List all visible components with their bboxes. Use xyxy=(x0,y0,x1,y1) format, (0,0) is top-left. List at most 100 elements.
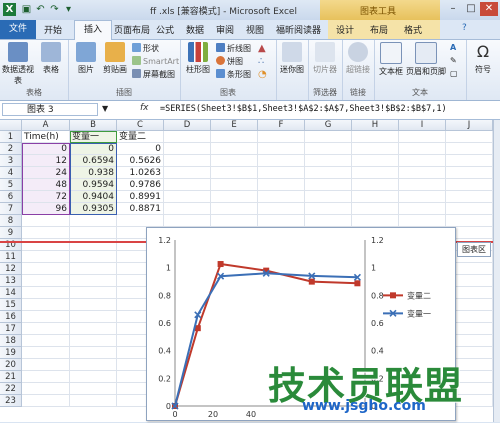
cell[interactable] xyxy=(22,275,70,287)
cell[interactable] xyxy=(305,203,352,215)
cell[interactable] xyxy=(70,371,117,383)
redo-icon[interactable]: ↷ xyxy=(48,3,61,16)
cell[interactable] xyxy=(164,179,211,191)
cell[interactable] xyxy=(211,131,258,143)
cell[interactable] xyxy=(305,179,352,191)
cell[interactable] xyxy=(211,143,258,155)
cell[interactable] xyxy=(70,323,117,335)
cell[interactable] xyxy=(258,155,305,167)
minimize-icon[interactable]: – xyxy=(444,2,462,16)
picture-button[interactable]: 图片 xyxy=(72,42,100,75)
tab-layout[interactable]: 布局 xyxy=(370,23,388,36)
column-header-i[interactable]: I xyxy=(399,120,446,131)
row-header-8[interactable]: 8 xyxy=(0,215,22,227)
signature-icon[interactable]: ✎ xyxy=(450,56,457,65)
tab-design[interactable]: 设计 xyxy=(336,23,354,36)
row-header-13[interactable]: 13 xyxy=(0,275,22,287)
cell[interactable] xyxy=(22,335,70,347)
cell[interactable] xyxy=(22,359,70,371)
data-cell[interactable]: 0.8991 xyxy=(117,191,164,203)
pivot-table-button[interactable]: 数据透视表 xyxy=(2,42,34,86)
cell[interactable] xyxy=(70,347,117,359)
cell[interactable] xyxy=(211,155,258,167)
row-header-14[interactable]: 14 xyxy=(0,287,22,299)
row-header-2[interactable]: 2 xyxy=(0,143,22,155)
cell[interactable] xyxy=(446,179,493,191)
cell[interactable] xyxy=(211,167,258,179)
cell[interactable] xyxy=(446,215,493,227)
row-header-11[interactable]: 11 xyxy=(0,251,22,263)
cell[interactable] xyxy=(70,299,117,311)
cell[interactable] xyxy=(164,155,211,167)
cell[interactable] xyxy=(70,359,117,371)
cell[interactable] xyxy=(399,215,446,227)
help-icon[interactable]: ? xyxy=(462,23,467,33)
row-header-21[interactable]: 21 xyxy=(0,371,22,383)
save-icon[interactable]: ▣ xyxy=(20,3,33,16)
cell[interactable] xyxy=(70,251,117,263)
tab-foxit[interactable]: 福昕阅读器 xyxy=(276,23,321,36)
line-chart-button[interactable]: 折线图 xyxy=(216,43,251,54)
cell[interactable] xyxy=(22,299,70,311)
cell[interactable] xyxy=(22,227,70,239)
cell[interactable] xyxy=(399,179,446,191)
cell[interactable] xyxy=(446,203,493,215)
cell[interactable] xyxy=(258,215,305,227)
name-box[interactable]: 图表 3 xyxy=(2,103,98,116)
cell[interactable] xyxy=(446,191,493,203)
row-header-23[interactable]: 23 xyxy=(0,395,22,407)
cell[interactable] xyxy=(211,215,258,227)
header-cell[interactable]: 变量二 xyxy=(117,131,164,143)
tab-file[interactable]: 文件 xyxy=(0,20,36,39)
symbol-button[interactable]: Ω 符号 xyxy=(468,42,498,75)
cell[interactable] xyxy=(164,143,211,155)
column-header-a[interactable]: A xyxy=(22,120,70,131)
column-header-h[interactable]: H xyxy=(352,120,399,131)
column-header-c[interactable]: C xyxy=(117,120,164,131)
cell[interactable] xyxy=(164,215,211,227)
cell[interactable] xyxy=(305,215,352,227)
cell[interactable] xyxy=(352,167,399,179)
cell[interactable] xyxy=(305,131,352,143)
smartart-button[interactable]: SmartArt xyxy=(132,56,179,66)
slicer-button[interactable]: 切片器 xyxy=(310,42,340,75)
cell[interactable] xyxy=(446,155,493,167)
cell[interactable] xyxy=(258,131,305,143)
cell[interactable] xyxy=(164,167,211,179)
cell[interactable] xyxy=(70,287,117,299)
select-all-corner[interactable] xyxy=(0,120,22,131)
cell[interactable] xyxy=(22,311,70,323)
scatter-chart-icon[interactable]: ∴ xyxy=(258,56,264,67)
cell[interactable] xyxy=(305,191,352,203)
row-header-17[interactable]: 17 xyxy=(0,323,22,335)
row-header-4[interactable]: 4 xyxy=(0,167,22,179)
tab-insert[interactable]: 插入 xyxy=(74,20,112,40)
cell[interactable] xyxy=(352,215,399,227)
row-header-5[interactable]: 5 xyxy=(0,179,22,191)
tab-review[interactable]: 审阅 xyxy=(216,23,234,36)
cell[interactable] xyxy=(446,167,493,179)
row-header-6[interactable]: 6 xyxy=(0,191,22,203)
cell[interactable] xyxy=(352,155,399,167)
cell[interactable] xyxy=(22,251,70,263)
row-header-19[interactable]: 19 xyxy=(0,347,22,359)
column-header-b[interactable]: B xyxy=(70,120,117,131)
cell[interactable] xyxy=(446,131,493,143)
name-box-dropdown-icon[interactable]: ▼ xyxy=(102,104,108,113)
cell[interactable] xyxy=(22,347,70,359)
row-header-9[interactable]: 9 xyxy=(0,227,22,239)
cell[interactable] xyxy=(399,155,446,167)
cell[interactable] xyxy=(22,263,70,275)
cell[interactable] xyxy=(70,275,117,287)
tab-format[interactable]: 格式 xyxy=(404,23,422,36)
row-header-1[interactable]: 1 xyxy=(0,131,22,143)
row-header-12[interactable]: 12 xyxy=(0,263,22,275)
cell[interactable] xyxy=(164,203,211,215)
undo-icon[interactable]: ↶ xyxy=(34,3,47,16)
cell[interactable] xyxy=(70,215,117,227)
cell[interactable] xyxy=(399,191,446,203)
cell[interactable] xyxy=(258,191,305,203)
customize-toolbar-icon[interactable]: ▾ xyxy=(62,3,75,16)
cell[interactable] xyxy=(352,143,399,155)
formula-input[interactable]: =SERIES(Sheet3!$B$1,Sheet3!$A$2:$A$7,She… xyxy=(160,104,447,114)
